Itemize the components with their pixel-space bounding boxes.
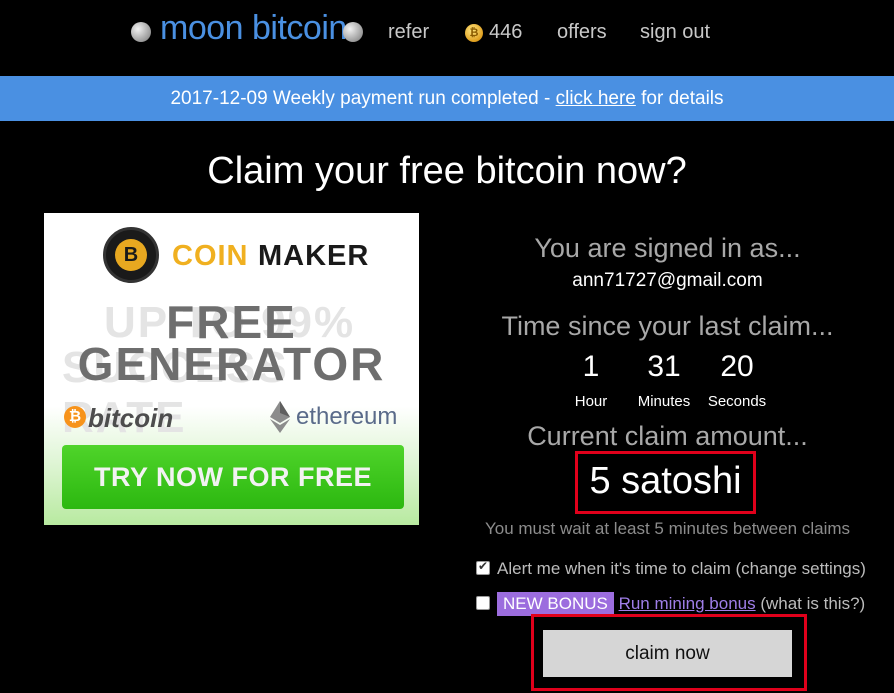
bitcoin-icon: ₿ xyxy=(64,406,86,428)
announcement-banner: 2017-12-09 Weekly payment run completed … xyxy=(0,76,894,121)
user-email: ann71727@gmail.com xyxy=(572,270,763,291)
ad-brand-maker: MAKER xyxy=(258,240,370,272)
alert-option-label: Alert me when it's time to claim xyxy=(497,559,736,578)
balance-value: 446 xyxy=(489,21,523,43)
nav-sign-out-link[interactable]: sign out xyxy=(640,21,710,44)
ad-brand-coin: COIN xyxy=(172,240,249,272)
moon-icon-left xyxy=(131,22,151,42)
coinmaker-ad[interactable]: B COIN MAKER UP TO 99% SUCCESS RATE FREE… xyxy=(44,213,419,525)
timer-seconds-label: Seconds xyxy=(707,393,767,410)
alert-option: Alert me when it's time to claim (change… xyxy=(497,559,866,579)
run-mining-bonus-link[interactable]: Run mining bonus xyxy=(619,594,756,613)
signed-in-label: You are signed in as... xyxy=(534,233,801,263)
check-icon: ✔ xyxy=(478,559,489,573)
alert-checkbox[interactable]: ✔ xyxy=(476,559,490,575)
timer-hours-label: Hour xyxy=(574,393,608,410)
claim-wait-note: You must wait at least 5 minutes between… xyxy=(484,519,851,538)
top-nav: moon bitcoin refer ₿ 446 offers sign out xyxy=(0,0,894,76)
claim-amount-label: Current claim amount... xyxy=(527,421,808,451)
nav-offers-link[interactable]: offers xyxy=(557,21,607,44)
timer-seconds-value: 20 xyxy=(720,350,754,383)
bonus-checkbox[interactable] xyxy=(476,596,490,610)
coinmaker-logo-icon: B xyxy=(103,227,159,283)
site-logo-link[interactable]: moon bitcoin xyxy=(160,9,347,48)
what-is-this-link[interactable]: (what is this?) xyxy=(756,594,865,613)
timer-hours-value: 1 xyxy=(582,350,600,383)
ad-generator-text: GENERATOR xyxy=(77,338,386,390)
ethereum-icon xyxy=(270,401,290,433)
timer-minutes-value: 31 xyxy=(647,350,681,383)
timer-minutes-label: Minutes xyxy=(637,393,691,410)
banner-suffix: for details xyxy=(635,88,724,109)
moon-icon-right xyxy=(343,22,363,42)
change-settings-link[interactable]: (change settings) xyxy=(735,559,865,578)
page-title: Claim your free bitcoin now? xyxy=(207,150,687,192)
bonus-option: NEW BONUS Run mining bonus (what is this… xyxy=(497,592,865,616)
ad-bitcoin-label: bitcoin xyxy=(88,403,174,433)
banner-details-link[interactable]: click here xyxy=(556,88,636,109)
banner-text: 2017-12-09 Weekly payment run completed … xyxy=(170,88,556,109)
new-bonus-badge: NEW BONUS xyxy=(497,592,614,616)
coin-icon: ₿ xyxy=(465,24,483,42)
claim-amount-value: 5 satoshi xyxy=(589,460,742,502)
ad-ethereum-label: ethereum xyxy=(296,403,398,430)
ad-try-now-button[interactable]: TRY NOW FOR FREE xyxy=(62,445,404,509)
time-since-label: Time since your last claim... xyxy=(501,311,834,341)
nav-refer-link[interactable]: refer xyxy=(388,21,429,44)
claim-now-button[interactable]: claim now xyxy=(543,630,792,677)
